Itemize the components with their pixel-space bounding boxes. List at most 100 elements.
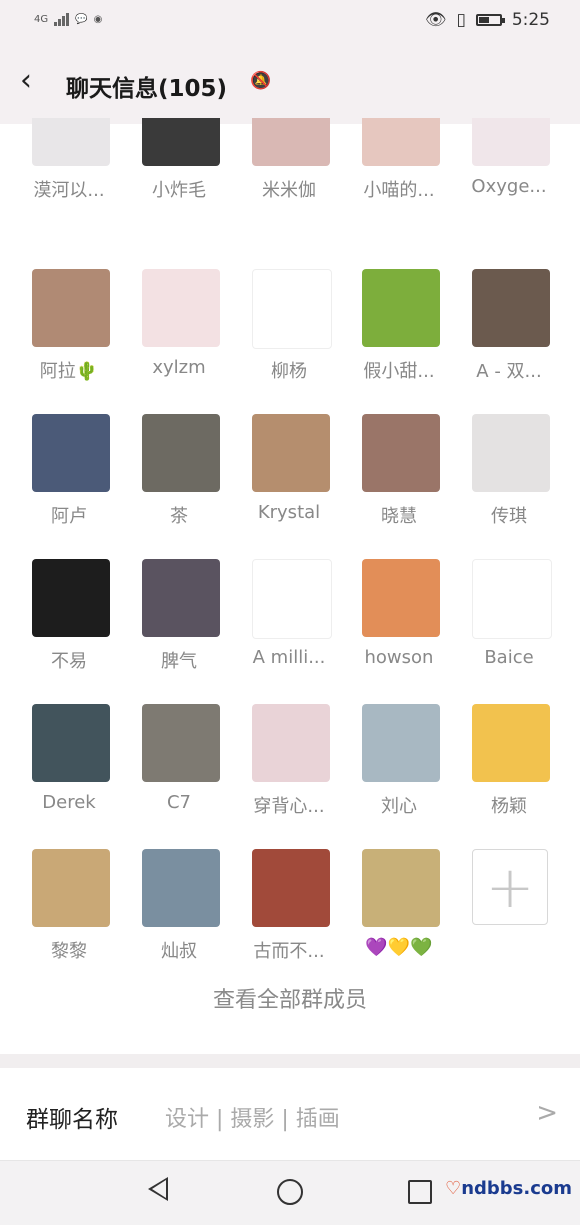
weibo-icon: ◉ [93, 13, 103, 25]
member-avatar[interactable] [472, 704, 550, 782]
member-name: 穿背心... [253, 796, 325, 817]
member-avatar[interactable] [362, 559, 440, 637]
member-item[interactable]: 不易 [14, 559, 124, 704]
member-item[interactable]: 脾气 [124, 559, 234, 704]
member-name: A milli... [252, 647, 326, 668]
member-name: 传琪 [491, 506, 527, 527]
member-avatar[interactable] [32, 414, 110, 492]
member-avatar[interactable] [362, 704, 440, 782]
member-item[interactable]: 黎黎 [14, 849, 124, 994]
member-item[interactable]: 小喵的... [344, 118, 454, 269]
watermark-heart: ♡ [445, 1178, 462, 1199]
member-avatar[interactable] [142, 118, 220, 166]
member-item[interactable]: 假小甜... [344, 269, 454, 414]
wechat-icon: 💬 [75, 13, 88, 25]
member-name: Baice [484, 647, 534, 668]
member-name: Krystal [257, 502, 321, 523]
member-name: Derek [42, 792, 96, 813]
network-label: 4G [34, 13, 49, 25]
member-name: 阿卢 [51, 506, 87, 527]
view-all-members-link[interactable]: 查看全部群成员 [0, 982, 580, 1014]
bell-off-icon: 🔕 [250, 71, 272, 91]
member-item[interactable]: A - 双... [454, 269, 564, 414]
chevron-right-icon: > [536, 1098, 558, 1128]
member-item[interactable]: 漠河以... [14, 118, 124, 269]
member-name: 茶 [170, 506, 188, 527]
member-item[interactable]: 灿叔 [124, 849, 234, 994]
member-avatar[interactable] [142, 269, 220, 347]
member-grid: 漠河以... 小炸毛 米米伽 小喵的... Oxyge... 阿拉🌵 xylzm 柳杨 假小甜.… [14, 118, 566, 994]
member-name: 漠河以... [33, 180, 105, 201]
member-item[interactable]: 杨颖 [454, 704, 564, 849]
member-avatar[interactable] [32, 704, 110, 782]
member-name: 💜💛💚 [365, 937, 433, 958]
member-item[interactable]: 💜💛💚 [344, 849, 454, 994]
group-name-value: 设计 | 摄影 | 插画 [165, 1107, 340, 1132]
nav-home-icon[interactable] [277, 1179, 303, 1205]
member-name: Oxyge... [471, 176, 547, 197]
member-item[interactable]: Baice [454, 559, 564, 704]
member-avatar[interactable] [142, 414, 220, 492]
member-avatar[interactable] [472, 414, 550, 492]
member-item[interactable]: 柳杨 [234, 269, 344, 414]
member-item[interactable]: 传琪 [454, 414, 564, 559]
plus-icon[interactable]: + [472, 849, 548, 925]
member-item[interactable]: 古而不... [234, 849, 344, 994]
member-avatar[interactable] [32, 559, 110, 637]
member-name: 小炸毛 [152, 180, 206, 201]
member-avatar[interactable] [472, 118, 550, 166]
nav-recents-icon[interactable] [408, 1180, 432, 1204]
member-item[interactable]: 小炸毛 [124, 118, 234, 269]
member-avatar[interactable] [252, 414, 330, 492]
member-item[interactable]: 刘心 [344, 704, 454, 849]
member-item[interactable]: Krystal [234, 414, 344, 559]
member-avatar[interactable] [252, 704, 330, 782]
member-name: 假小甜... [363, 361, 435, 382]
member-item[interactable]: 阿卢 [14, 414, 124, 559]
member-name: 黎黎 [51, 941, 87, 962]
member-item[interactable]: 穿背心... [234, 704, 344, 849]
member-name: 柳杨 [271, 361, 307, 382]
member-item[interactable]: howson [344, 559, 454, 704]
member-avatar[interactable] [32, 269, 110, 347]
member-name: 小喵的... [363, 180, 435, 201]
member-avatar[interactable] [472, 269, 550, 347]
member-avatar[interactable] [142, 559, 220, 637]
member-avatar[interactable] [362, 118, 440, 166]
member-name: 杨颖 [491, 796, 527, 817]
back-icon[interactable]: ‹ [20, 66, 32, 96]
section-divider [0, 1054, 580, 1068]
member-avatar[interactable] [252, 118, 330, 166]
member-avatar[interactable] [142, 704, 220, 782]
member-item[interactable]: C7 [124, 704, 234, 849]
member-name: 不易 [51, 651, 87, 672]
member-avatar[interactable] [362, 849, 440, 927]
member-avatar[interactable] [472, 559, 552, 639]
top-bar: ‹ 聊天信息(105) 🔕 [0, 44, 580, 124]
member-item[interactable]: Derek [14, 704, 124, 849]
member-avatar[interactable] [142, 849, 220, 927]
member-item[interactable]: xylzm [124, 269, 234, 414]
member-name: 灿叔 [161, 941, 197, 962]
member-avatar[interactable] [362, 414, 440, 492]
member-avatar[interactable] [252, 559, 332, 639]
member-item[interactable]: 茶 [124, 414, 234, 559]
member-name: 晓慧 [381, 506, 417, 527]
member-item[interactable]: A milli... [234, 559, 344, 704]
signal-icon [54, 12, 70, 26]
member-item[interactable]: 米米伽 [234, 118, 344, 269]
nav-back-icon[interactable] [148, 1177, 168, 1201]
member-avatar[interactable] [32, 849, 110, 927]
member-avatar[interactable] [362, 269, 440, 347]
member-item[interactable]: Oxyge... [454, 118, 564, 269]
member-name: 古而不... [253, 941, 325, 962]
group-name-row[interactable]: 群聊名称 设计 | 摄影 | 插画 > [0, 1068, 580, 1160]
member-avatar[interactable] [32, 118, 110, 166]
clock: 5:25 [511, 10, 550, 30]
member-avatar[interactable] [252, 269, 332, 349]
add-member-button[interactable]: + [454, 849, 564, 994]
member-avatar[interactable] [252, 849, 330, 927]
member-item[interactable]: 阿拉🌵 [14, 269, 124, 414]
member-item[interactable]: 晓慧 [344, 414, 454, 559]
member-name: howson [364, 647, 434, 668]
